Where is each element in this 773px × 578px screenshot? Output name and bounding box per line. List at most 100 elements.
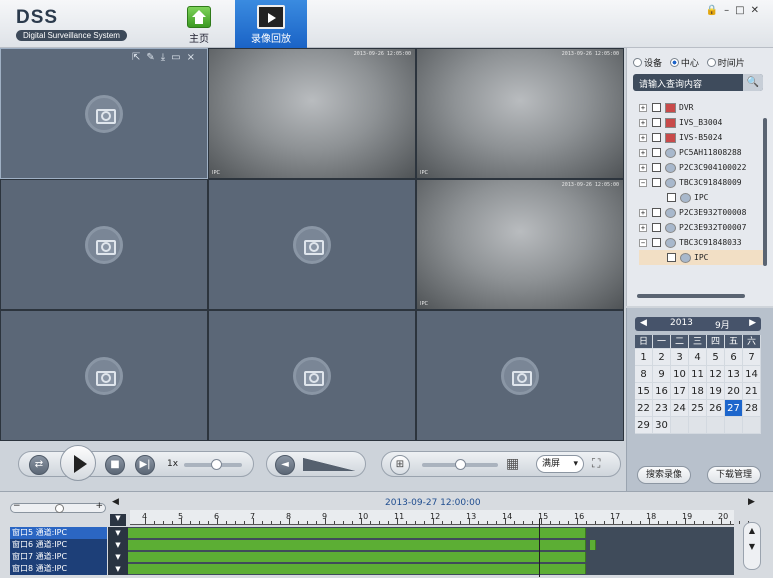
timeline-header-dropdown[interactable]: ▼ xyxy=(110,514,126,526)
node-checkbox[interactable] xyxy=(652,118,661,127)
download-icon[interactable]: ⤓ xyxy=(161,52,171,63)
recording-segment[interactable] xyxy=(128,528,586,538)
calendar-day[interactable]: 17 xyxy=(671,383,689,400)
recording-track[interactable] xyxy=(128,563,734,575)
node-checkbox[interactable] xyxy=(652,103,661,112)
node-checkbox[interactable] xyxy=(667,193,676,202)
tab-home[interactable]: 主页 xyxy=(175,0,223,48)
tree-node[interactable]: − TBC3C91848033 xyxy=(639,235,763,250)
mode-center[interactable]: 中心 xyxy=(669,58,699,69)
calendar-day[interactable]: 10 xyxy=(671,366,689,383)
calendar-day[interactable]: 20 xyxy=(725,383,743,400)
recording-segment[interactable] xyxy=(128,540,586,550)
grid-layout-icon[interactable]: ▦ xyxy=(506,456,519,472)
calendar-day[interactable]: 30 xyxy=(653,417,671,434)
expand-icon[interactable]: + xyxy=(639,103,647,112)
calendar-day[interactable]: 25 xyxy=(689,400,707,417)
zoom-knob[interactable] xyxy=(55,504,64,513)
recording-track[interactable] xyxy=(128,551,734,563)
track-dropdown[interactable]: ▼ xyxy=(108,563,128,575)
node-checkbox[interactable] xyxy=(652,163,661,172)
volume-slider[interactable] xyxy=(303,458,355,471)
video-window-2[interactable]: 2013-09-26 12:05:00 IPC xyxy=(208,48,416,179)
scroll-down-icon[interactable]: ▼ xyxy=(744,539,760,555)
calendar-day[interactable]: 7 xyxy=(743,349,761,366)
video-window-9[interactable] xyxy=(416,310,624,441)
calendar-day[interactable]: 9 xyxy=(653,366,671,383)
track-label[interactable]: 窗口8 通道:IPC xyxy=(10,563,107,575)
calendar-day[interactable]: 8 xyxy=(635,366,653,383)
calendar-day[interactable]: 6 xyxy=(725,349,743,366)
layout-select[interactable]: 满屏 ▾ xyxy=(536,455,584,473)
calendar-day[interactable]: 12 xyxy=(707,366,725,383)
search-icon[interactable]: 🔍 xyxy=(743,74,763,91)
calendar-day[interactable]: 3 xyxy=(671,349,689,366)
expand-icon[interactable]: + xyxy=(639,223,647,232)
node-checkbox[interactable] xyxy=(652,238,661,247)
mode-device[interactable]: 设备 xyxy=(633,58,662,69)
node-checkbox[interactable] xyxy=(652,178,661,187)
scroll-up-icon[interactable]: ▲ xyxy=(744,523,760,539)
zoom-out-icon[interactable]: − xyxy=(13,501,21,511)
close-window-icon[interactable]: × xyxy=(187,52,201,63)
timeline-prev-icon[interactable]: ◀ xyxy=(112,497,119,507)
calendar-day[interactable]: 19 xyxy=(707,383,725,400)
calendar-day[interactable]: 28 xyxy=(743,400,761,417)
fullscreen-icon[interactable]: ⛶ xyxy=(592,456,600,471)
track-dropdown[interactable]: ▼ xyxy=(108,539,128,551)
expand-icon[interactable]: + xyxy=(639,148,647,157)
tree-node[interactable]: + IVS-B5024 xyxy=(639,130,763,145)
calendar-day[interactable]: 23 xyxy=(653,400,671,417)
tree-node[interactable]: − TBC3C91848009 xyxy=(639,175,763,190)
expand-icon[interactable]: + xyxy=(639,163,647,172)
tree-node[interactable]: + PC5AH11808288 xyxy=(639,145,763,160)
tree-node[interactable]: + P2C3E932T00007 xyxy=(639,220,763,235)
recording-segment[interactable] xyxy=(590,540,596,550)
tree-node[interactable]: + DVR xyxy=(639,100,763,115)
calendar-day[interactable]: 11 xyxy=(689,366,707,383)
play-button[interactable] xyxy=(60,445,96,481)
node-checkbox[interactable] xyxy=(667,253,676,262)
node-checkbox[interactable] xyxy=(652,208,661,217)
recording-segment[interactable] xyxy=(128,552,586,562)
tree-node[interactable]: + P2C3C904100022 xyxy=(639,160,763,175)
speed-slider[interactable] xyxy=(184,459,242,470)
calendar-day[interactable]: 2 xyxy=(653,349,671,366)
calendar-day-selected[interactable]: 27 xyxy=(725,400,743,417)
calendar-day[interactable]: 4 xyxy=(689,349,707,366)
pin-icon[interactable]: ✎ xyxy=(146,52,160,63)
mode-timeslice[interactable]: 时间片 xyxy=(706,58,745,69)
prev-month-icon[interactable]: ◀ xyxy=(640,318,647,328)
tree-horizontal-scrollbar[interactable] xyxy=(637,294,745,298)
minimize-icon[interactable]: – xyxy=(724,5,735,16)
next-month-icon[interactable]: ▶ xyxy=(749,318,756,328)
calendar-day[interactable]: 22 xyxy=(635,400,653,417)
tree-vertical-scrollbar[interactable] xyxy=(763,118,767,266)
search-recording-button[interactable]: 搜索录像 xyxy=(637,466,691,484)
timeline-cursor[interactable] xyxy=(539,519,540,577)
track-label[interactable]: 窗口7 通道:IPC xyxy=(10,551,107,563)
stop-icon[interactable]: ■ xyxy=(105,455,125,475)
calendar-day[interactable]: 21 xyxy=(743,383,761,400)
tree-node[interactable]: + P2C3E932T00008 xyxy=(639,205,763,220)
search-input[interactable]: 请输入查询内容 🔍 xyxy=(633,74,763,91)
tree-node-channel-selected[interactable]: IPC xyxy=(639,250,763,265)
calendar-day[interactable]: 16 xyxy=(653,383,671,400)
speed-slider-knob[interactable] xyxy=(210,459,222,470)
video-window-3[interactable]: 2013-09-26 12:05:00 IPC xyxy=(416,48,624,179)
calendar-day[interactable]: 29 xyxy=(635,417,653,434)
track-dropdown[interactable]: ▼ xyxy=(108,527,128,539)
node-checkbox[interactable] xyxy=(652,223,661,232)
recording-track[interactable] xyxy=(128,539,734,551)
collapse-icon[interactable]: − xyxy=(639,178,647,187)
lock-icon[interactable]: 🔒 xyxy=(706,5,724,16)
maximize-icon[interactable]: □ xyxy=(735,5,750,16)
recording-track[interactable] xyxy=(128,527,734,539)
snapshot-icon[interactable]: ▭ xyxy=(171,52,186,63)
video-window-4[interactable] xyxy=(0,179,208,310)
video-window-7[interactable] xyxy=(0,310,208,441)
export-icon[interactable]: ⇱ xyxy=(132,52,146,63)
calendar-day[interactable]: 5 xyxy=(707,349,725,366)
calendar-day[interactable]: 18 xyxy=(689,383,707,400)
node-checkbox[interactable] xyxy=(652,133,661,142)
